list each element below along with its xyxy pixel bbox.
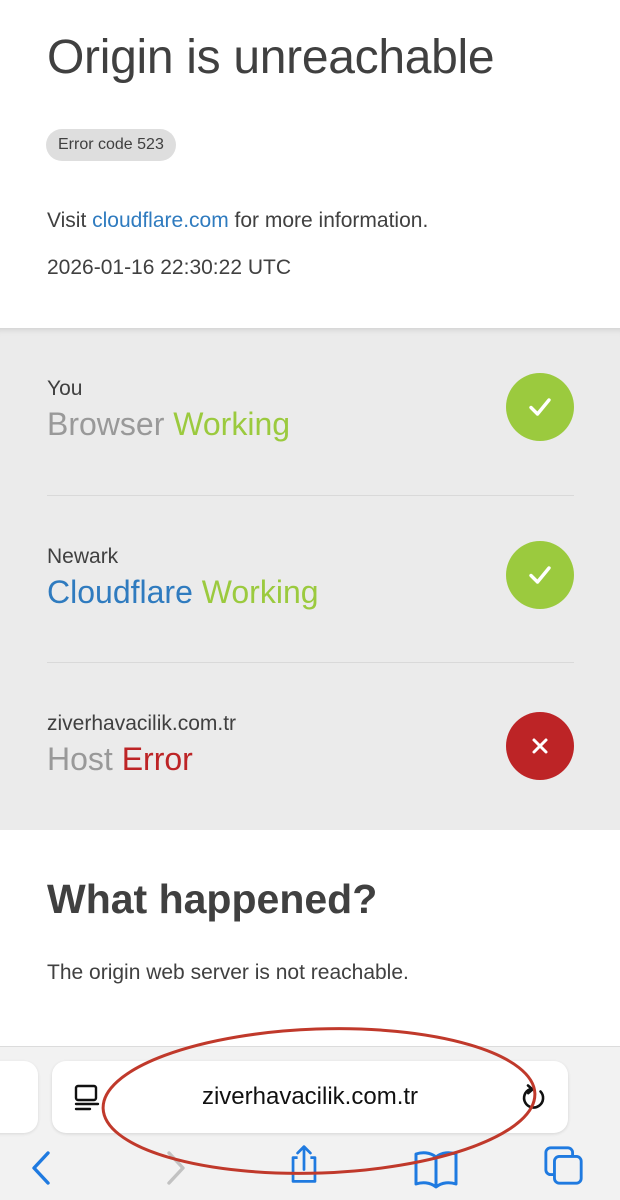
what-happened-text: The origin web server is not reachable.	[47, 961, 409, 984]
status-state: Working	[173, 406, 291, 442]
status-ok-badge	[506, 541, 574, 609]
x-icon	[532, 738, 548, 754]
share-icon[interactable]	[284, 1143, 324, 1185]
reload-icon[interactable]	[518, 1082, 550, 1114]
what-happened-heading: What happened?	[47, 876, 378, 922]
check-icon	[529, 398, 551, 416]
status-name: Host Error	[47, 741, 193, 778]
status-location: ziverhavacilik.com.tr	[47, 712, 237, 735]
cloudflare-link[interactable]: cloudflare.com	[92, 209, 229, 232]
status-state: Error	[121, 741, 193, 777]
address-bar[interactable]: ziverhavacilik.com.tr	[52, 1061, 568, 1133]
status-name: Cloudflare Working	[47, 574, 319, 611]
back-icon[interactable]	[24, 1147, 64, 1189]
url-text[interactable]: ziverhavacilik.com.tr	[52, 1083, 568, 1111]
status-row-cloudflare: Newark Cloudflare Working	[47, 495, 574, 662]
previous-tab-preview[interactable]	[0, 1061, 38, 1133]
status-panel: You Browser Working Newark Cloudflare Wo…	[0, 328, 620, 830]
visit-line: Visit cloudflare.com for more informatio…	[47, 209, 428, 233]
status-location: You	[47, 377, 83, 400]
timestamp: 2026-01-16 22:30:22 UTC	[47, 256, 291, 279]
error-code-badge: Error code 523	[46, 129, 176, 161]
status-kind: Browser	[47, 406, 165, 442]
visit-suffix: for more information.	[228, 209, 429, 232]
bookmarks-icon[interactable]	[413, 1147, 459, 1189]
status-row-host: ziverhavacilik.com.tr Host Error	[47, 662, 574, 829]
browser-toolbar: ziverhavacilik.com.tr	[0, 1046, 620, 1200]
tabs-icon[interactable]	[542, 1145, 586, 1187]
status-name: Browser Working	[47, 406, 290, 443]
visit-prefix: Visit	[47, 209, 93, 232]
status-location: Newark	[47, 545, 119, 568]
check-icon	[529, 566, 551, 584]
page-title: Origin is unreachable	[47, 31, 495, 84]
status-kind: Host	[47, 741, 113, 777]
forward-icon[interactable]	[155, 1147, 195, 1189]
status-row-browser: You Browser Working	[47, 328, 574, 494]
status-state: Working	[201, 574, 319, 610]
error-page: Origin is unreachable Error code 523 Vis…	[0, 0, 620, 1200]
status-ok-badge	[506, 373, 574, 441]
status-error-badge	[506, 712, 574, 780]
status-kind: Cloudflare	[47, 574, 193, 610]
